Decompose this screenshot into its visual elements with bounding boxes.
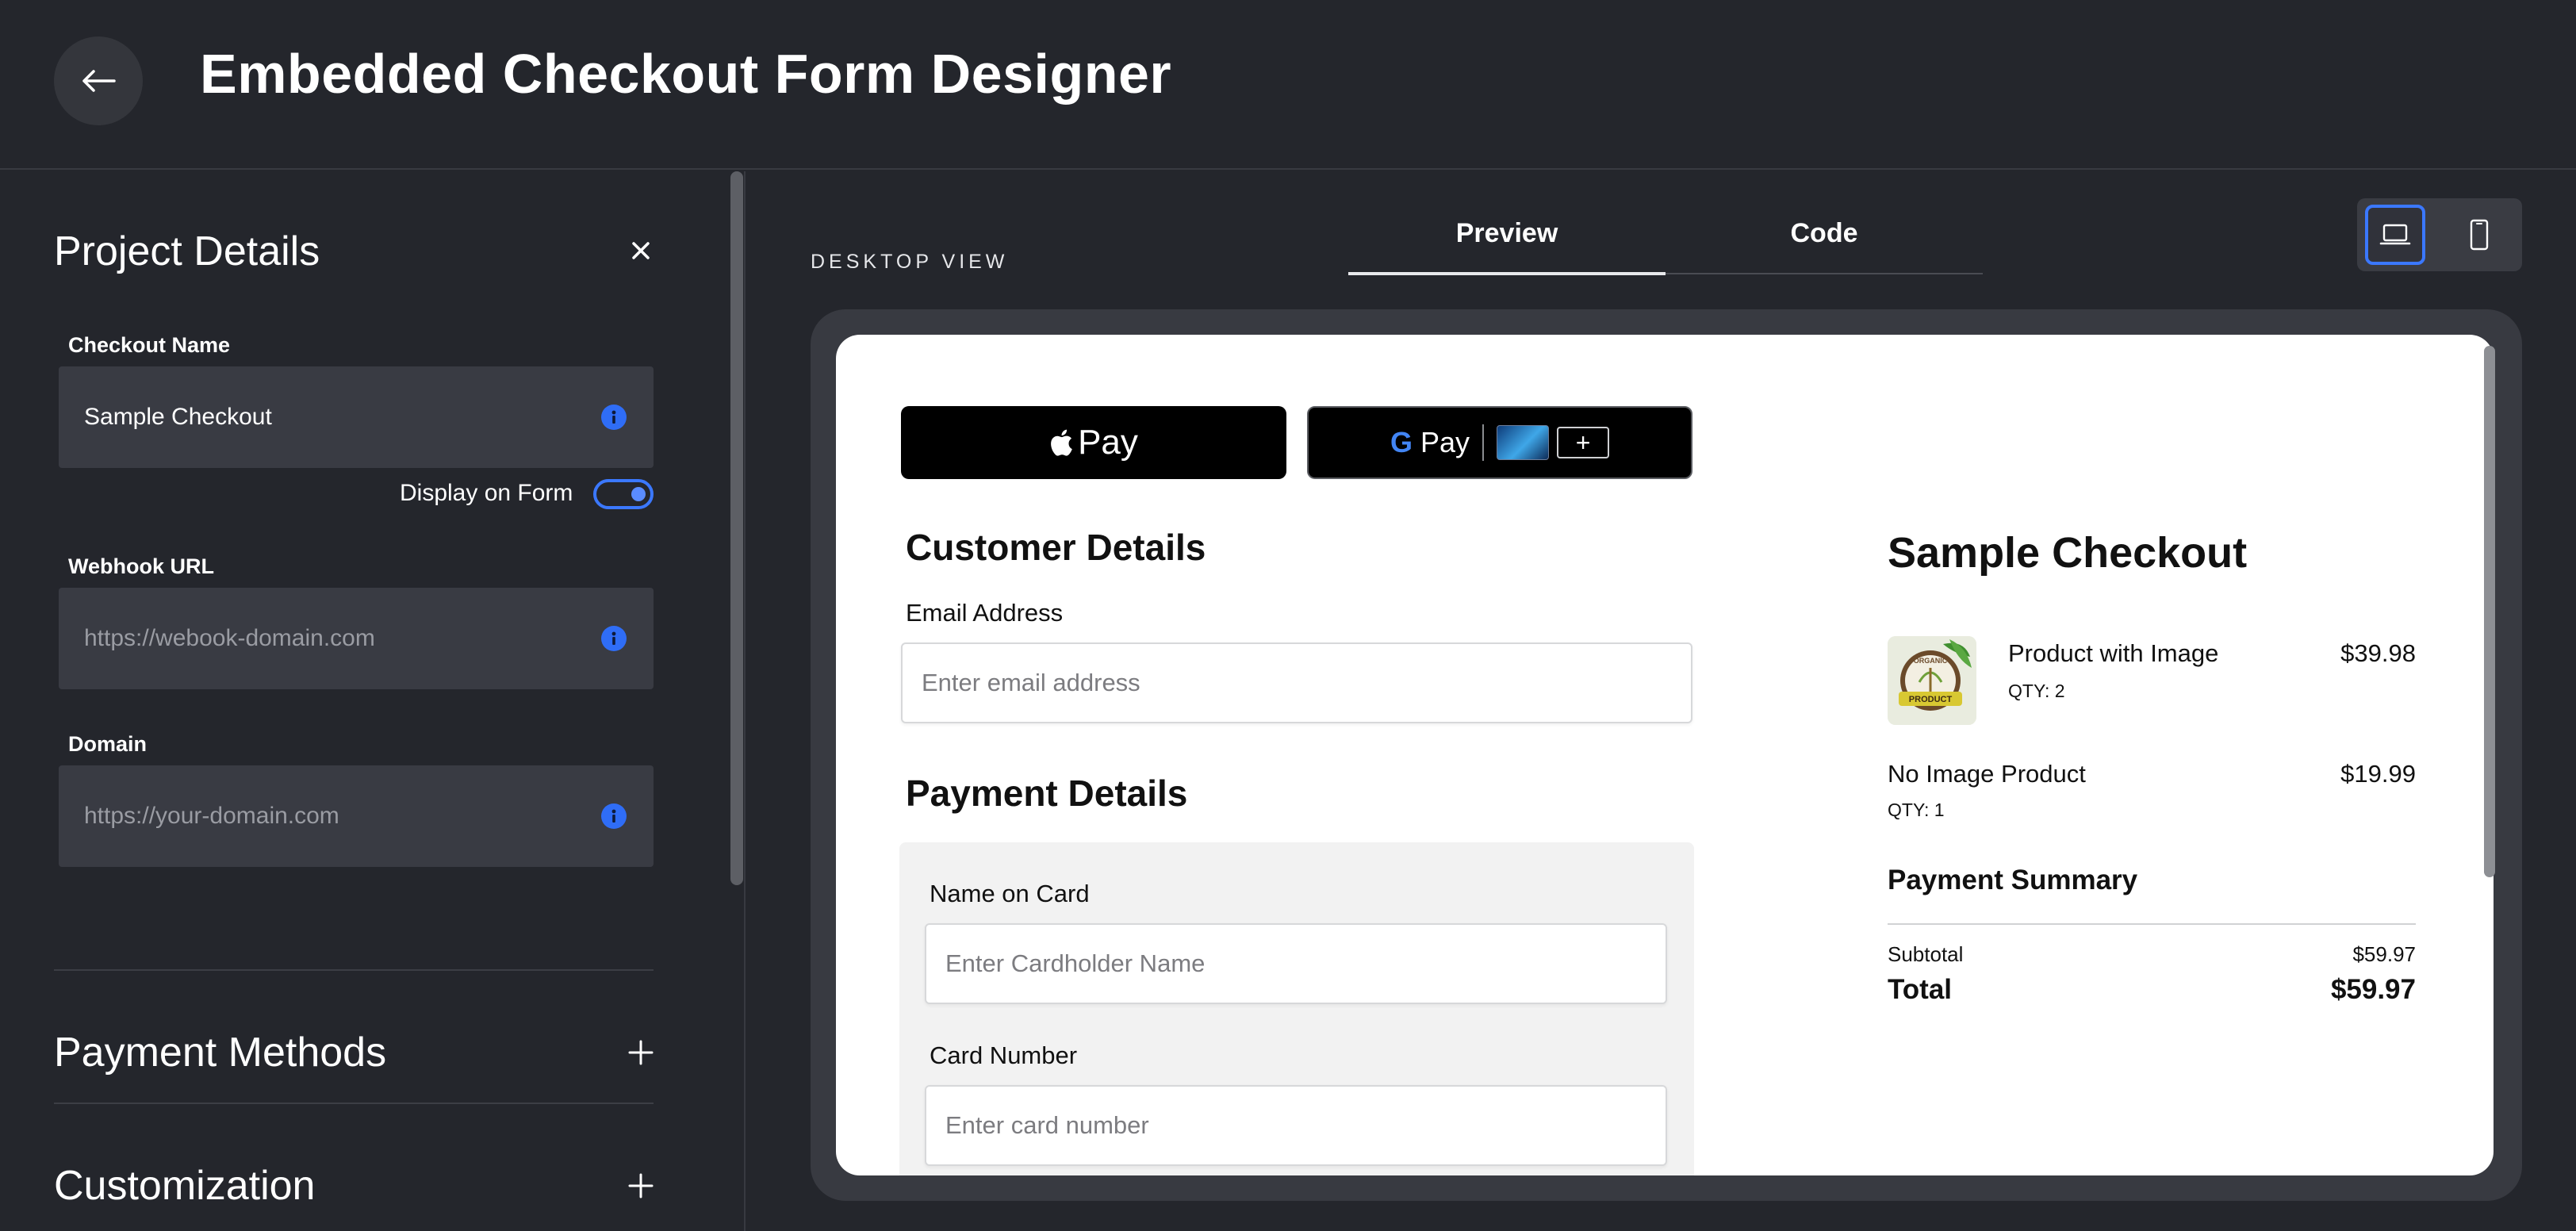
product-qty: QTY: 1 xyxy=(1888,800,1945,820)
customer-details-title: Customer Details xyxy=(906,527,1206,568)
section-divider xyxy=(54,1103,654,1104)
active-tab-indicator xyxy=(1348,272,1666,275)
email-placeholder: Enter email address xyxy=(922,669,1140,696)
app-header: Embedded Checkout Form Designer xyxy=(0,0,2576,170)
checkout-name-field[interactable]: Sample Checkout xyxy=(59,366,654,468)
plus-icon[interactable] xyxy=(623,1168,658,1203)
cardholder-name-input[interactable]: Enter Cardholder Name xyxy=(925,923,1667,1004)
view-mode-label: DESKTOP VIEW xyxy=(811,251,1009,273)
sidebar-scrollbar[interactable] xyxy=(730,171,743,885)
product-price: $39.98 xyxy=(2340,639,2416,667)
apple-pay-button[interactable]: Pay xyxy=(901,406,1286,479)
webhook-url-field[interactable]: https://webook-domain.com xyxy=(59,588,654,689)
google-pay-button[interactable]: G Pay + xyxy=(1307,406,1692,479)
product-price: $19.99 xyxy=(2340,760,2416,788)
add-card-icon: + xyxy=(1557,427,1610,458)
toggle-knob xyxy=(631,487,646,501)
display-on-form-label: Display on Form xyxy=(400,480,573,506)
checkout-preview: Pay G Pay + Customer Details Email Addre… xyxy=(836,335,2494,1175)
payment-methods-title[interactable]: Payment Methods xyxy=(54,1028,386,1077)
summary-divider xyxy=(1888,923,2416,925)
info-icon[interactable] xyxy=(601,405,627,430)
webhook-url-placeholder: https://webook-domain.com xyxy=(84,625,375,651)
google-pay-label: Pay xyxy=(1420,426,1470,458)
total-value: $59.97 xyxy=(2330,974,2416,1005)
payment-summary-title: Payment Summary xyxy=(1888,865,2138,895)
mobile-view-button[interactable] xyxy=(2449,205,2509,265)
email-label: Email Address xyxy=(906,599,1064,627)
name-on-card-label: Name on Card xyxy=(930,880,1090,907)
back-button[interactable] xyxy=(54,36,143,125)
product-qty: QTY: 2 xyxy=(2008,681,2065,701)
preview-scrollbar[interactable] xyxy=(2484,346,2495,877)
customization-title[interactable]: Customization xyxy=(54,1161,315,1210)
laptop-icon xyxy=(2379,224,2411,245)
svg-text:PRODUCT: PRODUCT xyxy=(1909,695,1953,704)
product-name: Product with Image xyxy=(2008,639,2219,667)
arrow-left-icon xyxy=(82,70,116,92)
product-image: ORGANIC PRODUCT xyxy=(1888,636,1976,725)
payment-details-title: Payment Details xyxy=(906,773,1188,814)
project-details-title: Project Details xyxy=(54,228,320,274)
total-label: Total xyxy=(1888,974,1953,1005)
tab-preview[interactable]: Preview xyxy=(1348,214,1666,274)
card-number-placeholder: Enter card number xyxy=(945,1111,1149,1139)
card-icon xyxy=(1497,425,1550,460)
payment-details-panel: Name on Card Enter Cardholder Name Card … xyxy=(899,842,1694,1175)
card-number-label: Card Number xyxy=(930,1041,1078,1069)
close-icon xyxy=(632,242,650,259)
card-number-input[interactable]: Enter card number xyxy=(925,1085,1667,1166)
display-on-form-toggle[interactable] xyxy=(593,479,654,509)
page-title: Embedded Checkout Form Designer xyxy=(200,43,1172,105)
info-icon[interactable] xyxy=(601,803,627,829)
checkout-summary-title: Sample Checkout xyxy=(1888,529,2248,577)
webhook-url-label: Webhook URL xyxy=(68,554,214,578)
product-name: No Image Product xyxy=(1888,760,2086,788)
tab-code[interactable]: Code xyxy=(1666,214,1983,274)
svg-text:ORGANIC: ORGANIC xyxy=(1914,657,1948,665)
apple-logo-icon xyxy=(1051,429,1072,456)
desktop-view-button[interactable] xyxy=(2365,205,2425,265)
section-divider xyxy=(54,969,654,971)
apple-pay-label: Pay xyxy=(1078,423,1138,462)
domain-field[interactable]: https://your-domain.com xyxy=(59,765,654,867)
subtotal-label: Subtotal xyxy=(1888,942,1964,966)
device-switcher xyxy=(2357,198,2522,271)
checkout-name-label: Checkout Name xyxy=(68,333,231,357)
divider xyxy=(1482,424,1485,461)
cardholder-name-placeholder: Enter Cardholder Name xyxy=(945,949,1206,977)
close-project-details-button[interactable] xyxy=(623,233,658,268)
subtotal-value: $59.97 xyxy=(2352,942,2416,966)
mobile-icon xyxy=(2470,219,2489,251)
domain-label: Domain xyxy=(68,732,148,756)
info-icon[interactable] xyxy=(601,626,627,651)
domain-placeholder: https://your-domain.com xyxy=(84,803,339,829)
email-input[interactable]: Enter email address xyxy=(901,642,1692,723)
plus-icon[interactable] xyxy=(623,1035,658,1070)
checkout-name-value: Sample Checkout xyxy=(84,404,272,430)
google-g-icon: G xyxy=(1390,426,1413,458)
